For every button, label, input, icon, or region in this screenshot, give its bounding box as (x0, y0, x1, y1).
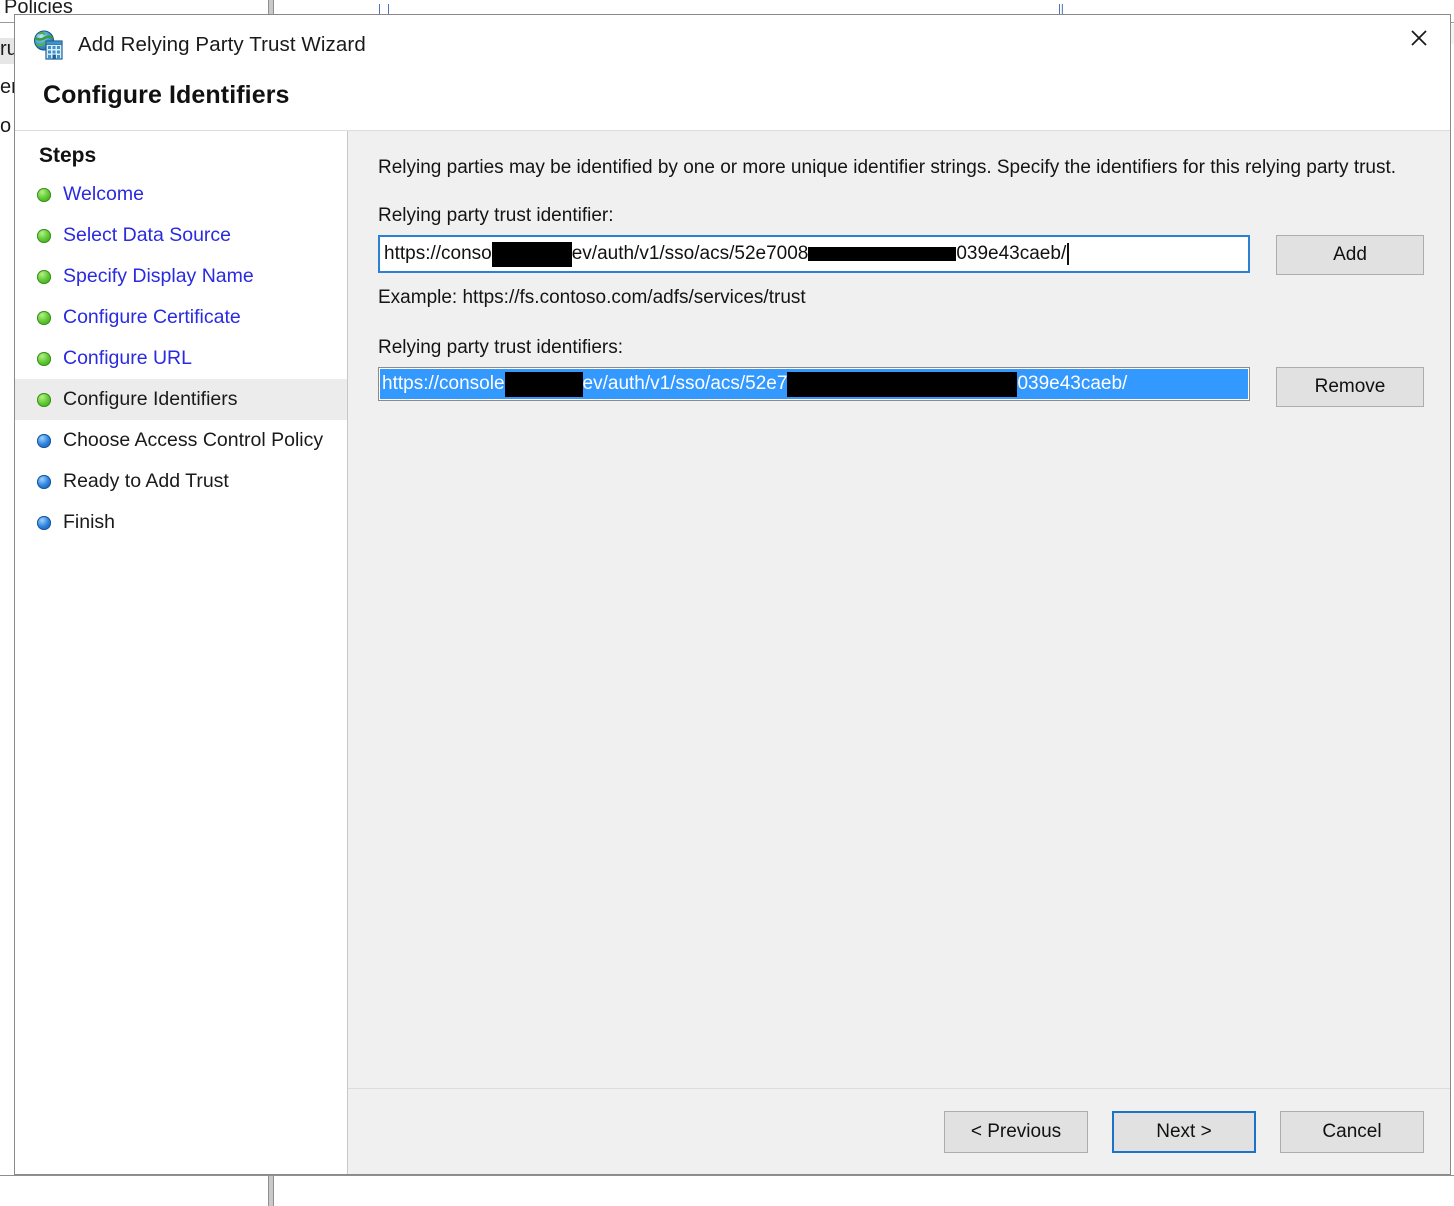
step-pending-icon (37, 516, 51, 530)
step-pending-icon (37, 475, 51, 489)
sidebar-step-configure-certificate[interactable]: Configure Certificate (15, 297, 347, 338)
sidebar-step-configure-identifiers[interactable]: Configure Identifiers (15, 379, 347, 420)
sidebar-step-welcome[interactable]: Welcome (15, 174, 347, 215)
identifier-input-row: https://conso ev/auth/v1/sso/acs/52e7008 0… (378, 235, 1428, 275)
step-complete-icon (37, 270, 51, 284)
identifiers-listbox[interactable]: https://console ev/auth/v1/sso/acs/52e7 03… (378, 367, 1250, 401)
step-complete-icon (37, 188, 51, 202)
identifier-prefix: https://console (382, 373, 505, 394)
step-complete-icon (37, 229, 51, 243)
page-title: Configure Identifiers (43, 81, 290, 109)
steps-sidebar: Steps Welcome Select Data Source Specify D… (15, 131, 348, 1174)
steps-heading: Steps (39, 144, 97, 167)
previous-button[interactable]: < Previous (944, 1110, 1088, 1153)
example-hint: Example: https://fs.contoso.com/adfs/ser… (378, 287, 806, 308)
sidebar-step-label: Configure Certificate (63, 306, 241, 328)
sidebar-step-select-data-source[interactable]: Select Data Source (15, 215, 347, 256)
background-text-fragment: o (0, 115, 12, 137)
intro-description: Relying parties may be identified by one… (378, 157, 1397, 178)
sidebar-step-label: Select Data Source (63, 224, 232, 246)
sidebar-step-configure-url[interactable]: Configure URL (15, 338, 347, 379)
cancel-button[interactable]: Cancel (1280, 1110, 1424, 1153)
next-button[interactable]: Next > (1112, 1110, 1256, 1153)
sidebar-step-label: Welcome (63, 183, 144, 205)
identifier-input[interactable]: https://conso ev/auth/v1/sso/acs/52e7008 0… (378, 235, 1250, 273)
redaction-box (808, 247, 957, 261)
step-pending-icon (37, 434, 51, 448)
add-button[interactable]: Add (1276, 235, 1424, 275)
relying-party-trust-icon (33, 29, 65, 61)
identifier-prefix: https://conso (384, 243, 492, 264)
sidebar-step-ready-to-add-trust[interactable]: Ready to Add Trust (15, 461, 347, 502)
identifier-middle: ev/auth/v1/sso/acs/52e7 (582, 373, 788, 394)
identifier-middle: ev/auth/v1/sso/acs/52e7008 (571, 243, 809, 264)
step-complete-icon (37, 352, 51, 366)
identifier-field-label: Relying party trust identifier: (378, 205, 614, 226)
dialog-titlebar: Add Relying Party Trust Wizard (15, 15, 1450, 75)
content-main: Relying parties may be identified by one… (348, 131, 1450, 1088)
redaction-box (787, 371, 1018, 397)
dialog-title: Add Relying Party Trust Wizard (78, 33, 366, 56)
identifier-list-item[interactable]: https://console ev/auth/v1/sso/acs/52e7 03… (380, 369, 1248, 399)
sidebar-step-label: Finish (63, 511, 116, 533)
close-icon[interactable] (1388, 15, 1450, 61)
screen-root: | | || Policies ru er o Add Relying Part… (0, 0, 1454, 1206)
add-relying-party-trust-wizard-dialog: Add Relying Party Trust Wizard Configure… (14, 14, 1451, 1175)
sidebar-step-label: Specify Display Name (63, 265, 254, 287)
background-splitter (268, 1176, 274, 1206)
identifier-suffix: 039e43caeb/ (956, 243, 1067, 264)
sidebar-step-label: Configure URL (63, 347, 192, 369)
identifiers-list-label: Relying party trust identifiers: (378, 337, 623, 358)
step-complete-icon (37, 393, 51, 407)
dialog-body: Steps Welcome Select Data Source Specify D… (15, 130, 1450, 1174)
remove-button[interactable]: Remove (1276, 367, 1424, 407)
sidebar-step-label: Configure Identifiers (63, 388, 238, 410)
background-bottom-rule (0, 1175, 1454, 1176)
content-pane: Relying parties may be identified by one… (348, 131, 1450, 1174)
text-caret (1067, 243, 1069, 265)
identifiers-list-row: https://console ev/auth/v1/sso/acs/52e7 03… (378, 367, 1428, 1088)
step-complete-icon (37, 311, 51, 325)
identifier-suffix: 039e43caeb/ (1017, 373, 1128, 394)
steps-list: Welcome Select Data Source Specify Display… (15, 174, 347, 543)
redaction-box (504, 371, 583, 397)
sidebar-step-finish[interactable]: Finish (15, 502, 347, 543)
sidebar-step-label: Ready to Add Trust (63, 470, 229, 492)
sidebar-step-choose-access-control-policy[interactable]: Choose Access Control Policy (15, 420, 347, 461)
sidebar-step-specify-display-name[interactable]: Specify Display Name (15, 256, 347, 297)
dialog-footer: < Previous Next > Cancel (348, 1088, 1450, 1174)
sidebar-step-label: Choose Access Control Policy (63, 429, 324, 451)
redaction-box (491, 241, 572, 267)
